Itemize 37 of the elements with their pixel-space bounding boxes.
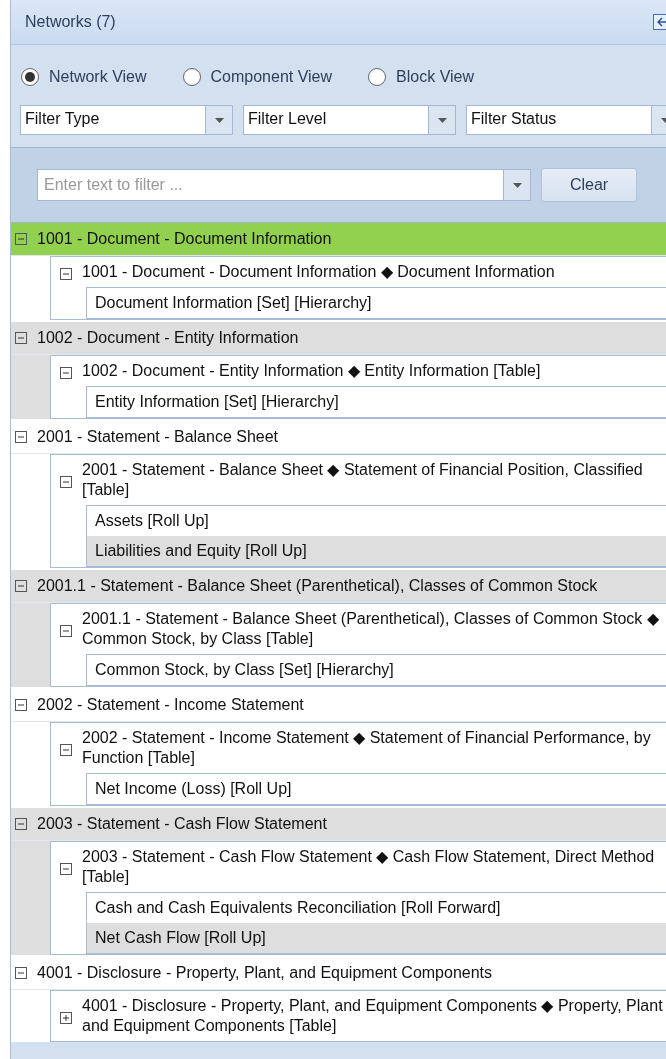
collapse-icon[interactable] (15, 332, 27, 344)
dock-icon[interactable] (653, 14, 666, 30)
table-label[interactable]: 1001 - Document - Document Information ◆ Document Information (82, 262, 555, 282)
clear-button[interactable]: Clear (541, 168, 637, 202)
table-label[interactable]: 1002 - Document - Entity Information ◆ Entity Information [Table] (82, 361, 541, 381)
view-radio[interactable]: Block View (368, 63, 475, 91)
caret-icon (660, 117, 666, 123)
collapse-icon[interactable] (60, 476, 72, 488)
caret-icon (214, 117, 224, 123)
collapse-icon[interactable] (15, 818, 27, 830)
table-label[interactable]: 2001.1 - Statement - Balance Sheet (Parenthetical), Classes of Common Stock ◆ Common Stock, by Class [Table] (82, 609, 666, 649)
view-radio[interactable]: Component View (182, 63, 333, 91)
collapse-icon[interactable] (60, 863, 72, 875)
panel-title: Networks (7) (25, 13, 116, 31)
collapse-icon[interactable] (15, 233, 27, 245)
table-label[interactable]: 4001 - Disclosure - Property, Plant, and Equipment Components ◆ Property, Plant and Equipment Components [Table] (82, 996, 666, 1036)
table-label[interactable]: 2003 - Statement - Cash Flow Statement ◆ Cash Flow Statement, Direct Method [Table] (82, 847, 666, 887)
collapse-icon[interactable] (60, 744, 72, 756)
collapse-icon[interactable] (15, 431, 27, 443)
collapse-icon[interactable] (15, 580, 27, 592)
tree-item[interactable]: Liabilities and Equity [Roll Up] (87, 536, 666, 566)
filter-dropdown[interactable]: Filter Type (20, 105, 233, 135)
caret-icon (512, 182, 522, 188)
table-label[interactable]: 2001 - Statement - Balance Sheet ◆ Statement of Financial Position, Classified [Table] (82, 460, 666, 500)
view-radio[interactable]: Network View (21, 63, 147, 91)
collapse-icon[interactable] (60, 625, 72, 637)
collapse-icon[interactable] (15, 967, 27, 979)
filter-dropdown[interactable]: Filter Level (243, 105, 456, 135)
network-row[interactable]: 1001 - Document - Document Information (11, 223, 666, 256)
expand-icon[interactable] (60, 1012, 72, 1024)
collapse-icon[interactable] (60, 268, 72, 280)
collapse-icon[interactable] (15, 699, 27, 711)
table-label[interactable]: 2002 - Statement - Income Statement ◆ Statement of Financial Performance, by Function [Table] (82, 728, 666, 768)
tree-item[interactable]: Net Cash Flow [Roll Up] (87, 923, 666, 953)
caret-icon (437, 117, 447, 123)
filter-dropdown[interactable]: Filter Status (466, 105, 666, 135)
collapse-icon[interactable] (60, 367, 72, 379)
